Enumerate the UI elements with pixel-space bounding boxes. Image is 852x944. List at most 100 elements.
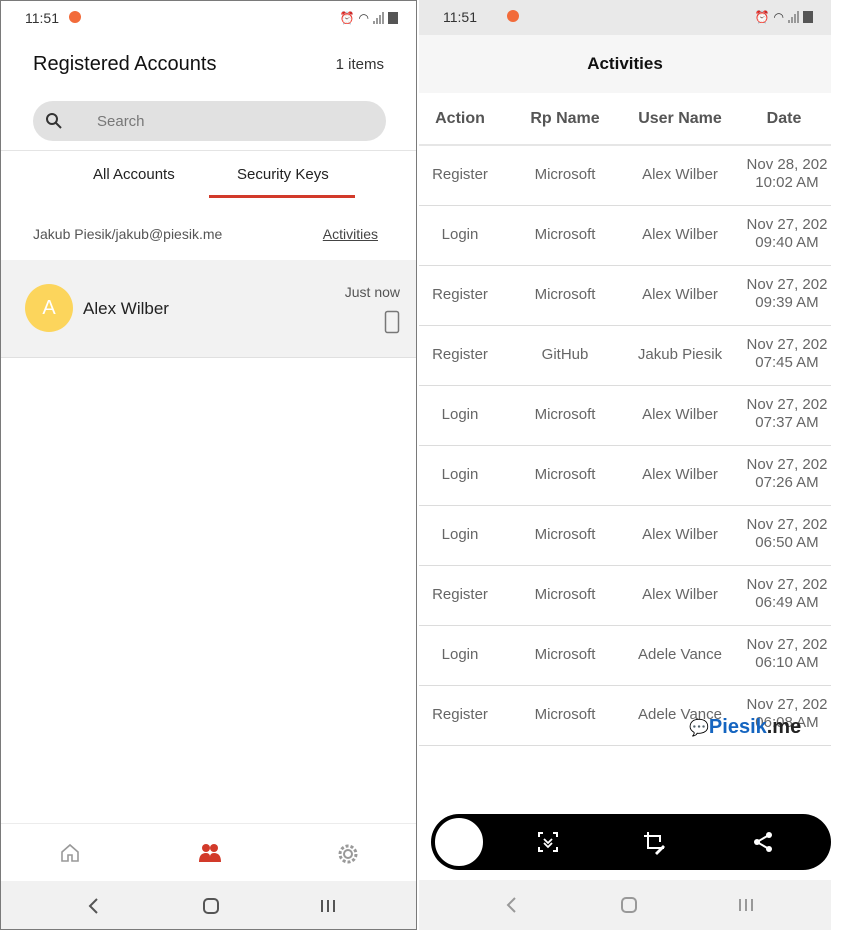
status-time: 11:51	[443, 9, 477, 25]
cell-date: Nov 27, 202 09:40 AM	[746, 216, 828, 251]
table-row: Register Microsoft Alex Wilber Nov 27, 202 …	[419, 266, 831, 326]
cell-action: Login	[441, 526, 479, 543]
chat-bubble-icon: 💬	[689, 720, 709, 737]
items-count: 1 items	[335, 56, 384, 73]
cell-date: Nov 27, 202 06:10 AM	[746, 636, 828, 671]
table-row: Register Microsoft Alex Wilber Nov 27, 202 …	[419, 566, 831, 626]
alarm-icon: ⏰	[339, 11, 355, 25]
cell-action: Login	[441, 406, 479, 423]
cell-rp-name: Microsoft	[534, 286, 596, 303]
status-bar: 11:51 ⏰ ◠	[419, 0, 831, 35]
home-button-icon[interactable]	[620, 896, 638, 914]
column-header-user-name: User Name	[638, 110, 722, 127]
search-input[interactable]: Search	[33, 101, 386, 141]
cell-user-name: Alex Wilber	[642, 526, 718, 543]
cell-rp-name: Microsoft	[534, 166, 596, 183]
torn-edge	[831, 0, 852, 944]
cell-rp-name: Microsoft	[534, 706, 596, 723]
cell-action: Register	[432, 346, 488, 363]
home-icon[interactable]	[59, 842, 81, 864]
table-row: Login Microsoft Alex Wilber Nov 27, 202 06:…	[419, 506, 831, 566]
table-row: Login Microsoft Alex Wilber Nov 27, 202 07:…	[419, 446, 831, 506]
divider	[1, 150, 416, 151]
cell-user-name: Alex Wilber	[642, 466, 718, 483]
cell-action: Login	[441, 646, 479, 663]
back-icon[interactable]	[505, 896, 519, 914]
column-header-date: Date	[766, 110, 802, 127]
table-row: Register GitHub Jakub Piesik Nov 27, 202 07…	[419, 326, 831, 386]
column-header-rp-name: Rp Name	[530, 110, 600, 127]
tab-all-accounts[interactable]: All Accounts	[93, 166, 175, 183]
cell-date: Nov 27, 202 07:26 AM	[746, 456, 828, 491]
cell-action: Login	[441, 466, 479, 483]
crop-edit-icon[interactable]	[643, 831, 667, 855]
registered-accounts-screen: 11:51 ⏰ ◠ Registered Accounts 1 items Se…	[0, 0, 417, 930]
wifi-icon: ◠	[358, 11, 369, 25]
activities-header: Activities	[419, 35, 831, 93]
cell-user-name: Alex Wilber	[642, 586, 718, 603]
cell-date: Nov 27, 202 06:49 AM	[746, 576, 828, 611]
page-title: Registered Accounts	[33, 53, 217, 75]
cell-action: Register	[432, 166, 488, 183]
status-icons: ⏰ ◠	[340, 11, 398, 25]
account-name: Alex Wilber	[83, 299, 169, 318]
alarm-icon: ⏰	[754, 10, 770, 24]
share-icon[interactable]	[752, 831, 774, 853]
cell-user-name: Adele Vance	[638, 646, 722, 663]
cell-rp-name: GitHub	[541, 346, 589, 363]
cell-rp-name: Microsoft	[534, 466, 596, 483]
notification-icon	[507, 10, 519, 22]
cell-action: Register	[432, 586, 488, 603]
scroll-capture-icon[interactable]	[537, 831, 559, 853]
search-placeholder: Search	[97, 113, 145, 130]
watermark-suffix: .me	[766, 716, 802, 738]
signal-icon	[788, 11, 799, 23]
account-owner: Jakub Piesik/jakub@piesik.me	[33, 226, 223, 242]
bottom-navigation	[1, 823, 416, 882]
cell-user-name: Alex Wilber	[642, 286, 718, 303]
battery-icon	[803, 11, 813, 23]
status-time: 11:51	[25, 10, 59, 26]
cell-user-name: Alex Wilber	[642, 226, 718, 243]
tab-security-keys[interactable]: Security Keys	[237, 166, 329, 183]
recent-apps-icon[interactable]	[319, 897, 337, 915]
activities-table: Register Microsoft Alex Wilber Nov 28, 202 …	[419, 146, 831, 746]
cell-date: Nov 27, 202 07:37 AM	[746, 396, 828, 431]
screenshot-thumbnail[interactable]	[434, 817, 484, 867]
active-tab-indicator	[209, 195, 355, 198]
cell-action: Register	[432, 286, 488, 303]
cell-action: Login	[441, 226, 479, 243]
cell-rp-name: Microsoft	[534, 526, 596, 543]
cell-date: Nov 27, 202 06:50 AM	[746, 516, 828, 551]
status-bar: 11:51 ⏰ ◠	[1, 1, 416, 36]
activities-link[interactable]: Activities	[323, 226, 378, 242]
table-row: Login Microsoft Adele Vance Nov 27, 202 06:…	[419, 626, 831, 686]
column-header-action: Action	[435, 110, 485, 127]
account-timestamp: Just now	[344, 284, 400, 300]
system-navigation-bar	[419, 880, 831, 930]
activities-screen: 11:51 ⏰ ◠ Activities Action Rp Name User…	[419, 0, 831, 930]
cell-date: Nov 27, 202 07:45 AM	[746, 336, 828, 371]
table-row: Register Microsoft Alex Wilber Nov 28, 202 …	[419, 146, 831, 206]
system-navigation-bar	[1, 881, 416, 929]
signal-icon	[373, 12, 384, 24]
home-button-icon[interactable]	[202, 897, 220, 915]
account-list-item[interactable]: A Alex Wilber Just now	[1, 260, 416, 358]
avatar: A	[25, 284, 73, 332]
screenshot-toolbar	[431, 814, 831, 870]
recent-apps-icon[interactable]	[737, 896, 755, 914]
accounts-icon[interactable]	[197, 842, 223, 864]
cell-user-name: Alex Wilber	[642, 406, 718, 423]
status-icons: ⏰ ◠	[755, 10, 813, 24]
cell-rp-name: Microsoft	[534, 586, 596, 603]
notification-icon	[69, 11, 81, 23]
cell-date: Nov 28, 202 10:02 AM	[746, 156, 828, 191]
settings-icon[interactable]	[336, 842, 360, 866]
cell-rp-name: Microsoft	[534, 406, 596, 423]
search-icon	[46, 113, 62, 129]
watermark: 💬Piesik.me	[689, 716, 801, 739]
cell-rp-name: Microsoft	[534, 646, 596, 663]
back-icon[interactable]	[87, 897, 101, 915]
phone-device-icon	[384, 310, 400, 334]
cell-user-name: Jakub Piesik	[637, 346, 723, 363]
